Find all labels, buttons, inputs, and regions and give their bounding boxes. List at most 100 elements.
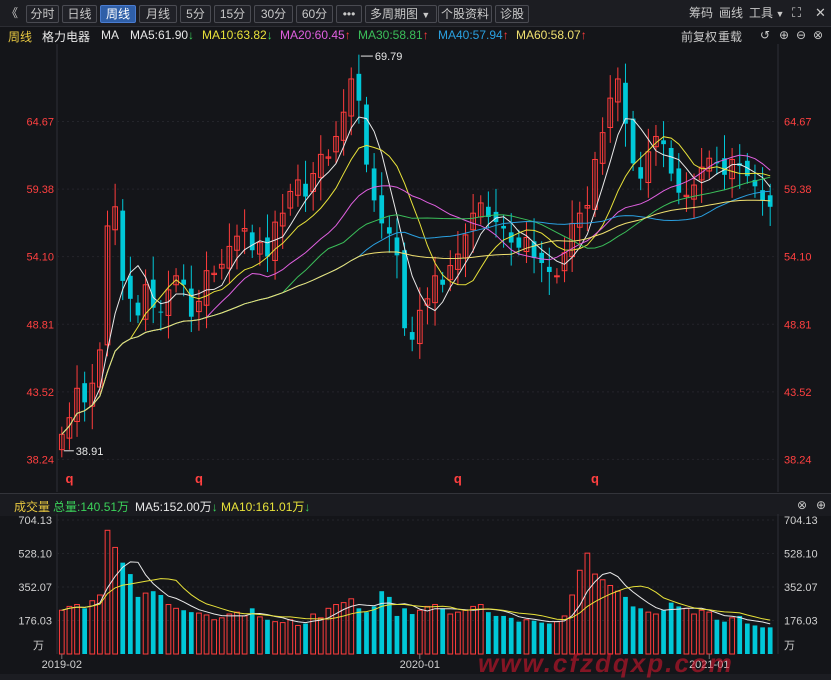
candle (402, 242, 407, 336)
price-tick-left-4: 43.52 (26, 387, 54, 399)
volume-bar (120, 562, 126, 654)
price-tick-left-3: 48.81 (26, 319, 54, 331)
candle (218, 248, 225, 280)
candle (722, 135, 727, 191)
volume-tick-right-1: 528.10 (784, 548, 818, 560)
candle (364, 96, 369, 173)
volume-bar (569, 594, 576, 655)
candle (554, 268, 560, 284)
event-marker-2[interactable]: q (454, 471, 462, 486)
volume-tick-right-3: 176.03 (784, 616, 818, 628)
candle (356, 54, 362, 124)
volume-bar (58, 609, 65, 655)
volume-bar (325, 607, 332, 655)
candle (477, 195, 484, 225)
volume-unit-right: 万 (784, 640, 795, 652)
candle (272, 210, 278, 280)
event-marker-1[interactable]: q (195, 471, 203, 486)
candle (241, 209, 248, 255)
volume-bar (470, 605, 476, 655)
price-tick-right-4: 43.52 (784, 387, 812, 399)
volume-bar (744, 623, 750, 654)
price-tick-left-2: 54.10 (26, 252, 54, 264)
volume-tick-left-3: 176.03 (18, 616, 52, 628)
volume-total: 总量:140.51万 (53, 500, 130, 514)
volume-bar (592, 573, 598, 655)
candle (325, 149, 332, 166)
volume-bar (303, 623, 308, 654)
candle (82, 371, 88, 422)
volume-bar (477, 604, 484, 655)
volume-bar (364, 612, 369, 654)
volume-bar (181, 610, 187, 654)
volume-tick-right-0: 704.13 (784, 515, 818, 527)
volume-ma-0: MA5:152.00万↓ (135, 500, 218, 514)
price-tick-left-5: 38.24 (26, 454, 54, 466)
volume-bar (142, 592, 149, 655)
add-indicator-icon[interactable]: ⊕ (816, 498, 826, 512)
price-tick-right-0: 64.67 (784, 117, 812, 129)
candle (295, 164, 301, 207)
volume-bar (607, 584, 614, 655)
volume-bar (623, 596, 628, 654)
candle (706, 150, 713, 179)
candle (234, 224, 240, 270)
candle (607, 75, 614, 143)
min-price-label: 38.91 (76, 446, 104, 458)
volume-bar (279, 622, 286, 655)
x-label-1: 2020-01 (400, 659, 440, 671)
candle (394, 218, 400, 279)
candle (737, 144, 743, 189)
candle (112, 183, 118, 246)
volume-bar (150, 591, 156, 654)
candle (89, 364, 96, 430)
candle (714, 146, 720, 175)
candle (158, 300, 164, 331)
volume-bar (234, 611, 240, 655)
candle (74, 365, 80, 437)
close-volume-icon[interactable]: ⊗ (797, 498, 807, 512)
volume-bar (256, 616, 263, 655)
volume-bar (371, 606, 377, 654)
volume-bar (432, 604, 438, 655)
volume-bar (158, 595, 164, 654)
volume-label: 成交量 (14, 500, 51, 514)
volume-bar (462, 609, 469, 655)
candle (683, 172, 690, 212)
price-tick-right-2: 54.10 (784, 252, 812, 264)
volume-bar (416, 609, 423, 655)
volume-bar (188, 612, 194, 654)
candle (371, 153, 377, 212)
candle (729, 147, 735, 198)
volume-tick-left-0: 704.13 (18, 515, 52, 527)
candle (135, 294, 141, 324)
volume-bar (196, 612, 202, 655)
volume-bar (272, 621, 278, 655)
candle (668, 140, 674, 182)
candle (128, 256, 133, 322)
volume-bar (614, 590, 621, 655)
volume-bar (356, 608, 362, 654)
volume-ma-1: MA10:161.01万↓ (221, 500, 311, 514)
volume-bar (760, 627, 765, 654)
candle (462, 223, 469, 278)
candle (599, 117, 606, 175)
volume-bar (265, 619, 270, 654)
event-marker-3[interactable]: q (591, 471, 599, 486)
price-tick-left-1: 59.38 (26, 184, 54, 196)
volume-bar (165, 604, 172, 655)
volume-bar (295, 624, 301, 655)
volume-bar (630, 606, 636, 654)
volume-bar (173, 607, 179, 655)
volume-bar (82, 608, 88, 654)
event-marker-0[interactable]: q (65, 471, 73, 486)
candle (409, 316, 415, 352)
price-tick-left-0: 64.67 (26, 117, 54, 129)
volume-bar (676, 606, 682, 654)
volume-bar (135, 596, 141, 654)
volume-bar (440, 608, 446, 654)
watermark: www.cfzdqxp.com (478, 648, 734, 678)
candle (165, 270, 172, 339)
candle (539, 241, 545, 283)
volume-tick-right-2: 352.07 (784, 582, 818, 594)
